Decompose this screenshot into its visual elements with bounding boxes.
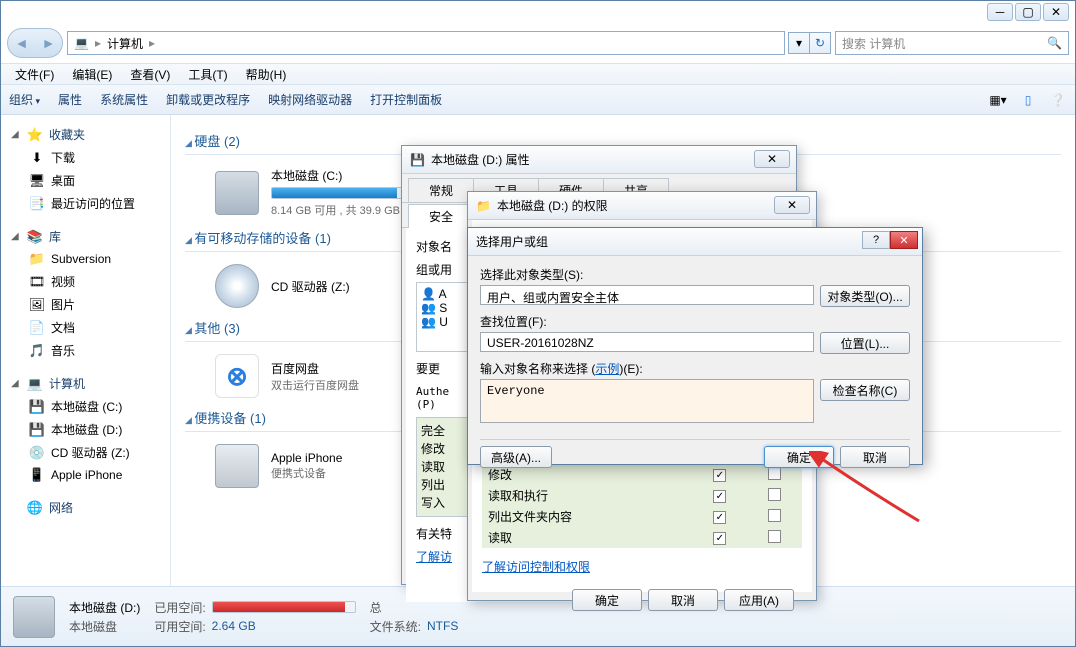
drive-icon: [215, 171, 259, 215]
tb-system-properties[interactable]: 系统属性: [100, 91, 148, 108]
cd-icon: [215, 264, 259, 308]
tab-general[interactable]: 常规: [408, 178, 474, 202]
tb-control-panel[interactable]: 打开控制面板: [370, 91, 442, 108]
sidebar-item-cd-drive[interactable]: 💿CD 驱动器 (Z:): [1, 441, 170, 464]
menubar: 文件(F) 编辑(E) 查看(V) 工具(T) 帮助(H): [1, 63, 1075, 85]
desktop-icon: 🖥: [29, 173, 45, 189]
menu-view[interactable]: 查看(V): [122, 64, 178, 85]
close-button[interactable]: ✕: [1043, 3, 1069, 21]
dialog-help-button[interactable]: ?: [862, 231, 890, 249]
location-label: 查找位置(F):: [480, 313, 910, 330]
status-drive-icon: [13, 596, 55, 638]
sidebar-libraries[interactable]: ◢📚库: [1, 225, 170, 248]
tb-map-drive[interactable]: 映射网络驱动器: [268, 91, 352, 108]
sidebar-item-documents[interactable]: 📄文档: [1, 316, 170, 339]
recent-icon: 📑: [29, 196, 45, 212]
sidebar-item-desktop[interactable]: 🖥桌面: [1, 169, 170, 192]
locations-button[interactable]: 位置(L)...: [820, 332, 910, 354]
sidebar-item-music[interactable]: 🎵音乐: [1, 339, 170, 362]
perm-apply-button[interactable]: 应用(A): [724, 589, 794, 611]
perm-ok-button[interactable]: 确定: [572, 589, 642, 611]
tb-uninstall[interactable]: 卸载或更改程序: [166, 91, 250, 108]
status-used-bar: [212, 601, 356, 613]
maximize-button[interactable]: ▢: [1015, 3, 1041, 21]
minimize-button[interactable]: ─: [987, 3, 1013, 21]
download-icon: ⬇: [29, 150, 45, 166]
status-sub: 本地磁盘: [69, 618, 140, 635]
sidebar-item-videos[interactable]: 🎞视频: [1, 270, 170, 293]
folder-icon: 📁: [476, 199, 491, 213]
address-bar[interactable]: 💻 ▸ 计算机 ▸: [67, 31, 785, 55]
sidebar-computer[interactable]: ◢💻计算机: [1, 372, 170, 395]
object-type-field: 用户、组或内置安全主体: [480, 285, 814, 305]
computer-icon: 💻: [27, 376, 43, 392]
menu-file[interactable]: 文件(F): [7, 64, 62, 85]
library-icon: 📚: [27, 229, 43, 245]
cancel-button[interactable]: 取消: [840, 446, 910, 468]
nav-back-forward[interactable]: ◄►: [7, 28, 63, 58]
check-names-button[interactable]: 检查名称(C): [820, 379, 910, 401]
preview-pane-icon[interactable]: ▯: [1017, 89, 1039, 111]
breadcrumb-sep2[interactable]: ▸: [149, 36, 155, 50]
drive-icon: 💾: [410, 153, 425, 167]
refresh-button[interactable]: ↻: [809, 32, 831, 54]
tb-properties[interactable]: 属性: [58, 91, 82, 108]
permissions-close-button[interactable]: ✕: [774, 196, 810, 214]
object-names-input[interactable]: Everyone: [480, 379, 814, 423]
iphone-icon: [215, 444, 259, 488]
toolbar: 组织 属性 系统属性 卸载或更改程序 映射网络驱动器 打开控制面板 ▦▾ ▯ ❔: [1, 85, 1075, 115]
baidu-icon: ⊗: [215, 354, 259, 398]
tab-security[interactable]: 安全: [408, 204, 474, 228]
learn-access-link[interactable]: 了解访问控制和权限: [482, 558, 802, 575]
navbar: ◄► 💻 ▸ 计算机 ▸ ▾ ↻ 搜索 计算机 🔍: [1, 27, 1075, 59]
network-icon: 🌐: [27, 500, 43, 516]
location-field: USER-20161028NZ: [480, 332, 814, 352]
object-types-button[interactable]: 对象类型(O)...: [820, 285, 910, 307]
computer-icon: 💻: [74, 36, 89, 50]
star-icon: ⭐: [27, 127, 43, 143]
sidebar-item-pictures[interactable]: 🖼图片: [1, 293, 170, 316]
menu-edit[interactable]: 编辑(E): [64, 64, 120, 85]
status-title: 本地磁盘 (D:): [69, 599, 140, 616]
breadcrumb-computer[interactable]: 计算机: [107, 35, 143, 52]
object-type-label: 选择此对象类型(S):: [480, 266, 910, 283]
select-users-dialog: 选择用户或组 ? ✕ 选择此对象类型(S): 用户、组或内置安全主体 对象类型(…: [467, 227, 923, 465]
sidebar-item-iphone[interactable]: 📱Apple iPhone: [1, 464, 170, 486]
tb-organize[interactable]: 组织: [9, 91, 40, 108]
sidebar-network[interactable]: 🌐网络: [1, 496, 170, 519]
sidebar-item-recent[interactable]: 📑最近访问的位置: [1, 192, 170, 215]
sidebar: ◢⭐收藏夹 ⬇下载 🖥桌面 📑最近访问的位置 ◢📚库 📁Subversion 🎞…: [1, 115, 171, 586]
sidebar-item-drive-c[interactable]: 💾本地磁盘 (C:): [1, 395, 170, 418]
sidebar-favorites[interactable]: ◢⭐收藏夹: [1, 123, 170, 146]
view-mode-icon[interactable]: ▦▾: [987, 89, 1009, 111]
search-icon: 🔍: [1047, 36, 1062, 50]
perm-cancel-button[interactable]: 取消: [648, 589, 718, 611]
address-dropdown[interactable]: ▾: [788, 32, 810, 54]
dialog-close-button[interactable]: ✕: [890, 231, 918, 249]
sidebar-item-subversion[interactable]: 📁Subversion: [1, 248, 170, 270]
properties-title[interactable]: 💾 本地磁盘 (D:) 属性 ✕: [402, 146, 796, 174]
sidebar-item-downloads[interactable]: ⬇下载: [1, 146, 170, 169]
menu-tools[interactable]: 工具(T): [180, 64, 235, 85]
advanced-button[interactable]: 高级(A)...: [480, 446, 552, 468]
sidebar-item-drive-d[interactable]: 💾本地磁盘 (D:): [1, 418, 170, 441]
menu-help[interactable]: 帮助(H): [238, 64, 295, 85]
examples-link[interactable]: 示例: [595, 362, 619, 376]
properties-close-button[interactable]: ✕: [754, 150, 790, 168]
object-names-label: 输入对象名称来选择 (示例)(E):: [480, 360, 910, 377]
permissions-title[interactable]: 📁 本地磁盘 (D:) 的权限 ✕: [468, 192, 816, 220]
help-icon[interactable]: ❔: [1047, 89, 1069, 111]
search-input[interactable]: 搜索 计算机 🔍: [835, 31, 1069, 55]
window-controls: ─ ▢ ✕: [987, 3, 1069, 21]
ok-button[interactable]: 确定: [764, 446, 834, 468]
breadcrumb-sep: ▸: [95, 36, 101, 50]
select-users-title[interactable]: 选择用户或组 ? ✕: [468, 228, 922, 256]
